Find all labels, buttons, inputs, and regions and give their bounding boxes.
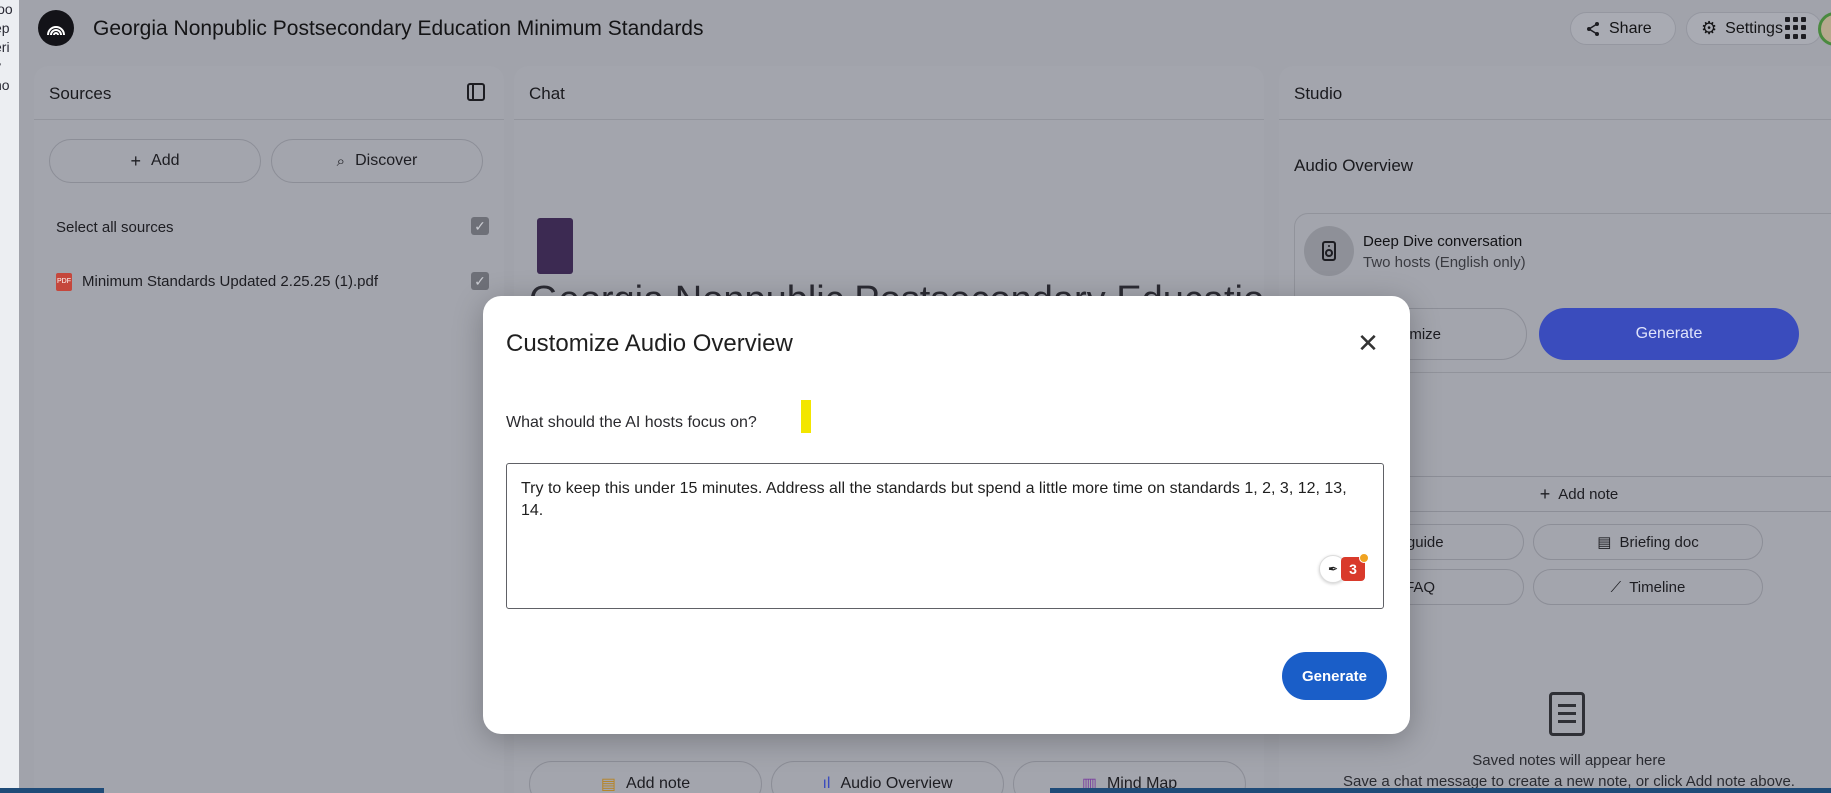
deep-dive-title: Deep Dive conversation — [1363, 233, 1523, 250]
edge-text: loo — [0, 1, 13, 17]
timeline-button[interactable]: ⟋ Timeline — [1533, 569, 1763, 605]
discover-label: Discover — [355, 152, 418, 169]
timeline-icon: ⟋ — [1610, 578, 1622, 596]
top-bar: Georgia Nonpublic Postsecondary Educatio… — [19, 0, 1831, 58]
studio-title: Studio — [1294, 84, 1343, 103]
sources-title: Sources — [49, 84, 112, 103]
notes-icon — [1549, 692, 1585, 736]
add-source-label: Add — [151, 152, 180, 169]
collapse-panel-icon[interactable] — [466, 82, 486, 102]
edge-text: eri — [0, 39, 10, 55]
edge-text: ho — [0, 77, 10, 93]
briefing-doc-button[interactable]: ▤ Briefing doc — [1533, 524, 1763, 560]
select-all-checkbox[interactable]: ✓ — [471, 217, 489, 235]
customize-audio-dialog: Customize Audio Overview ✕ What should t… — [483, 296, 1410, 734]
plus-icon: + — [1539, 483, 1551, 504]
audio-overview-chip[interactable]: ıl Audio Overview — [771, 761, 1004, 793]
focus-prompt-label: What should the AI hosts focus on? — [506, 414, 757, 431]
notebook-emoji-icon — [537, 218, 573, 274]
add-source-button[interactable]: + Add — [49, 139, 261, 183]
generate-button[interactable]: Generate — [1282, 652, 1387, 700]
sources-header: Sources — [34, 66, 504, 120]
share-button[interactable]: Share — [1570, 12, 1676, 45]
close-icon[interactable]: ✕ — [1355, 330, 1381, 356]
focus-textarea[interactable]: Try to keep this under 15 minutes. Addre… — [506, 463, 1384, 609]
timeline-label: Timeline — [1629, 578, 1686, 596]
briefing-doc-label: Briefing doc — [1619, 533, 1699, 551]
avatar[interactable] — [1818, 12, 1831, 46]
briefing-doc-icon: ▤ — [1597, 534, 1612, 551]
taskbar-strip — [1050, 788, 1831, 793]
notification-dot — [1359, 553, 1369, 563]
discover-button[interactable]: ⌕ Discover — [271, 139, 483, 183]
pdf-icon: PDF — [56, 273, 72, 292]
select-all-sources-label: Select all sources — [56, 219, 174, 236]
source-item[interactable]: PDF Minimum Standards Updated 2.25.25 (1)… — [56, 273, 378, 292]
audio-wave-icon: ıl — [822, 775, 831, 792]
plus-icon: + — [130, 150, 142, 171]
audio-overview-heading: Audio Overview — [1294, 156, 1414, 175]
gear-icon: ⚙ — [1701, 18, 1718, 38]
source-checkbox[interactable]: ✓ — [471, 272, 489, 290]
settings-label: Settings — [1725, 19, 1783, 37]
notebook-title[interactable]: Georgia Nonpublic Postsecondary Educatio… — [93, 17, 704, 41]
app-logo-icon[interactable] — [38, 10, 74, 46]
taskbar-strip — [0, 788, 104, 793]
apps-grid-icon[interactable] — [1785, 17, 1807, 39]
source-item-name: Minimum Standards Updated 2.25.25 (1).pd… — [82, 273, 378, 290]
grammarly-badge[interactable]: ✒ 3 — [1319, 553, 1369, 583]
edge-text: ep — [0, 20, 10, 36]
share-label: Share — [1609, 19, 1652, 37]
highlight-marker — [801, 400, 811, 433]
edge-text: y — [0, 57, 19, 76]
speaker-icon — [1304, 226, 1354, 276]
dialog-title: Customize Audio Overview — [506, 330, 793, 357]
studio-header: Studio — [1279, 66, 1831, 120]
add-note-label: Add note — [1558, 485, 1619, 503]
note-icon: ▤ — [600, 776, 617, 793]
audio-overview-chip-label: Audio Overview — [840, 775, 953, 792]
deep-dive-subtitle: Two hosts (English only) — [1363, 254, 1526, 271]
add-note-chip[interactable]: ▤ Add note — [529, 761, 762, 793]
discover-icon: ⌕ — [336, 152, 346, 170]
add-note-chip-label: Add note — [626, 775, 691, 792]
studio-generate-button[interactable]: Generate — [1539, 308, 1799, 360]
chat-header: Chat — [514, 66, 1264, 120]
chat-title: Chat — [529, 84, 565, 103]
saved-notes-title: Saved notes will appear here — [1472, 752, 1666, 769]
sources-panel: Sources + Add ⌕ Discover Select all sour… — [34, 66, 504, 793]
share-icon — [1587, 21, 1599, 36]
background-window-edge: loo ep eri y ho — [0, 0, 19, 793]
